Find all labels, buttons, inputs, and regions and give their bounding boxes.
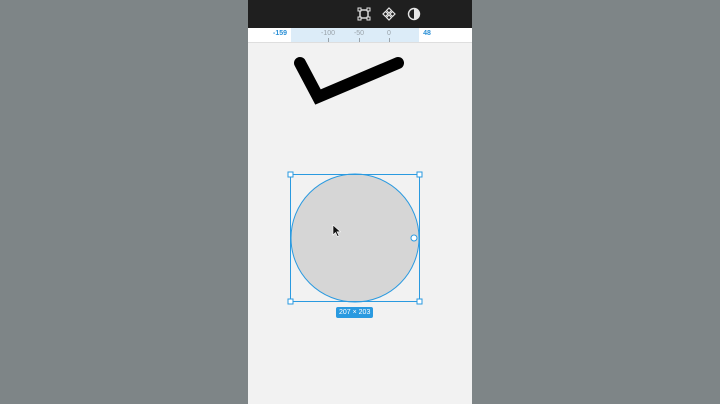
dimensions-badge: 207 × 203 <box>336 307 374 318</box>
resize-handle-bottom-right[interactable] <box>416 298 423 305</box>
top-toolbar <box>248 0 472 28</box>
ellipse-shape[interactable] <box>290 173 420 303</box>
resize-handle-top-left[interactable] <box>287 171 294 178</box>
ruler-label-end: 48 <box>423 30 431 37</box>
horizontal-ruler: -159 -100 -50 0 48 <box>248 28 472 43</box>
resize-handle-bottom-left[interactable] <box>287 298 294 305</box>
component-icon[interactable] <box>381 6 397 22</box>
ruler-label-start: -159 <box>272 30 288 37</box>
ruler-label: 0 <box>387 30 391 37</box>
check-stroke-shape[interactable] <box>294 57 404 105</box>
arc-handle[interactable] <box>410 234 418 242</box>
ruler-label: -100 <box>320 30 336 37</box>
ruler-label: -50 <box>353 30 365 37</box>
canvas-frame[interactable]: -159 -100 -50 0 48 207 × 203 <box>248 0 472 404</box>
design-canvas[interactable] <box>248 42 472 404</box>
contrast-icon[interactable] <box>406 6 422 22</box>
frame-icon[interactable] <box>356 6 372 22</box>
resize-handle-top-right[interactable] <box>416 171 423 178</box>
